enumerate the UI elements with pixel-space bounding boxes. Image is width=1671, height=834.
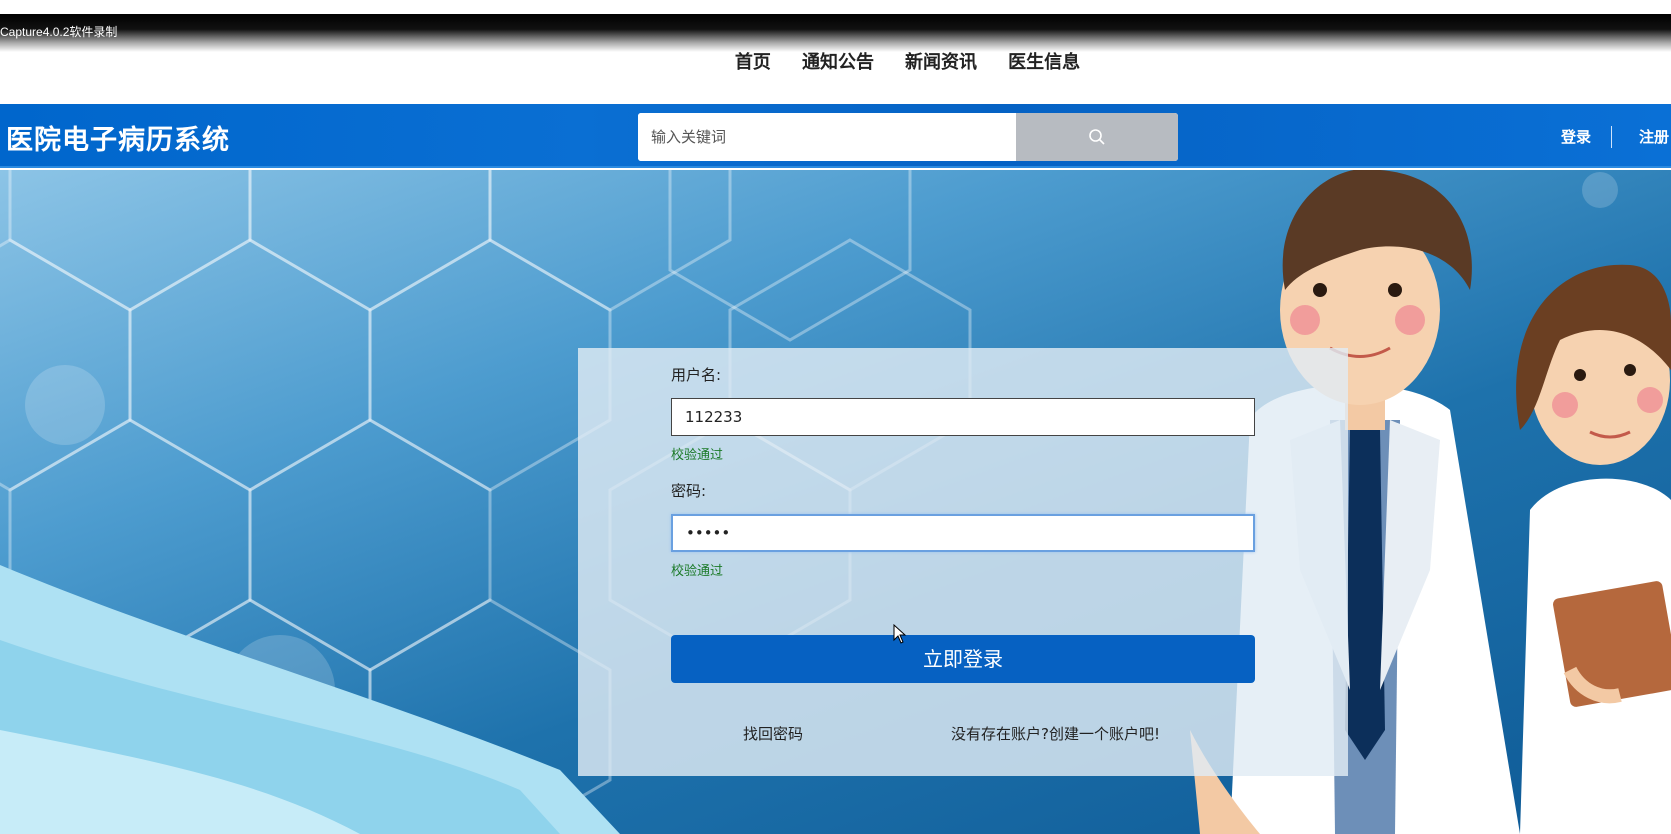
header-bar: 医院电子病历系统 登录 注册	[0, 104, 1671, 168]
login-card: 用户名: 112233 校验通过 密码: ••••• 校验通过 立即登录 找回密…	[578, 348, 1348, 776]
top-strip	[0, 0, 1671, 14]
username-input[interactable]: 112233	[671, 398, 1255, 436]
site-logo[interactable]: 医院电子病历系统	[6, 118, 230, 157]
login-submit-button[interactable]: 立即登录	[671, 635, 1255, 683]
username-label: 用户名:	[671, 366, 722, 384]
create-account-link[interactable]: 没有存在账户?创建一个账户吧!	[951, 723, 1160, 744]
password-status: 校验通过	[671, 564, 724, 579]
password-label: 密码:	[671, 482, 707, 500]
search-box	[638, 113, 1178, 161]
register-link[interactable]: 注册	[1639, 126, 1669, 147]
mouse-cursor-icon	[893, 624, 907, 644]
capture-label: Capture4.0.2软件录制	[0, 25, 118, 39]
forgot-password-link[interactable]: 找回密码	[743, 723, 803, 744]
auth-divider	[1611, 126, 1612, 148]
search-icon	[1089, 129, 1105, 145]
hero-background: 用户名: 112233 校验通过 密码: ••••• 校验通过 立即登录 找回密…	[0, 170, 1671, 834]
nav-item-doctors[interactable]: 医生信息	[1008, 48, 1080, 78]
capture-bar: Capture4.0.2软件录制	[0, 14, 1671, 52]
username-status: 校验通过	[671, 448, 724, 463]
password-input[interactable]: •••••	[671, 514, 1255, 552]
nav-item-notices[interactable]: 通知公告	[802, 48, 874, 78]
search-input[interactable]	[638, 113, 1016, 161]
watermark: CSDN @kyes1991	[1433, 794, 1669, 825]
nav-item-home[interactable]: 首页	[735, 48, 771, 78]
search-button[interactable]	[1016, 113, 1178, 161]
top-nav: 首页 通知公告 新闻资讯 医生信息	[0, 48, 1671, 78]
login-link[interactable]: 登录	[1561, 126, 1591, 147]
nav-item-news[interactable]: 新闻资讯	[905, 48, 977, 78]
